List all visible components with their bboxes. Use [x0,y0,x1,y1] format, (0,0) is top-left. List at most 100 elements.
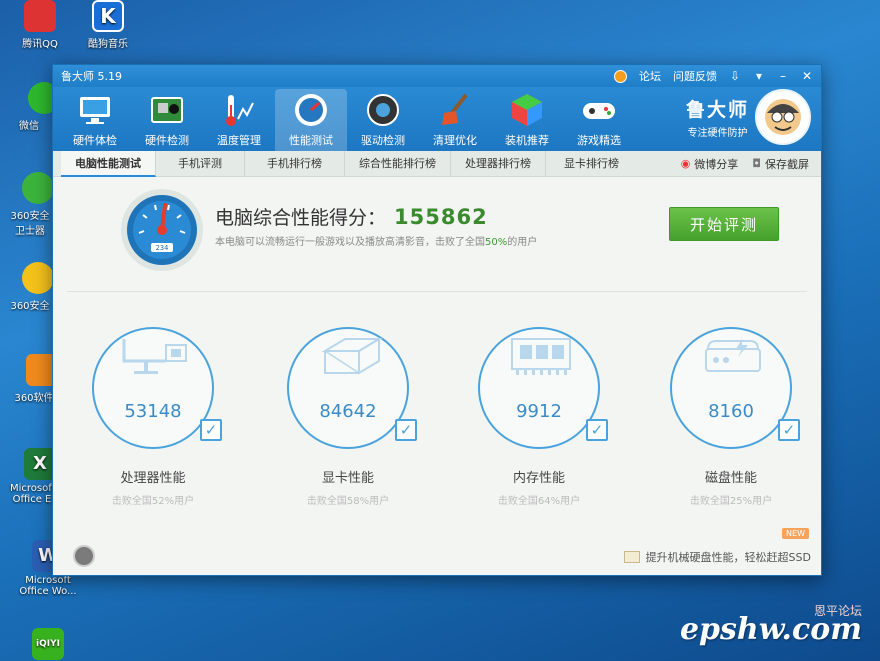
desktop-icon-label: Microsoft Office Wo... [19,575,77,597]
checkbox-icon[interactable]: ✓ [586,419,608,441]
metrics-row: 53148 ✓ 处理器性能 击败全国52%用户 84642 ✓ 显卡性能 击败全… [53,327,821,557]
metric-subtext: 击败全国52%用户 [111,496,195,507]
score-title: 电脑综合性能得分： 155862 [215,203,488,230]
desktop-icon-kugou[interactable]: K 酷狗音乐 [78,0,138,50]
minimize-button[interactable]: – [777,69,789,83]
checkbox-icon[interactable]: ✓ [395,419,417,441]
metric-label: 内存性能 [512,471,565,486]
tool-hardware-detect[interactable]: 硬件检测 [131,89,203,151]
brand-slogan: 专注硬件防护 [687,128,748,139]
metric-value: 9912 [516,401,562,422]
start-benchmark-button[interactable]: 开始评测 [669,207,779,241]
cube-icon [512,94,542,126]
footer: NEW 提升机械硬盘性能，轻松赶超SSD [53,528,821,569]
360-icon [22,262,54,294]
tool-hardware-check[interactable]: 硬件体检 [59,89,131,151]
metric-label: 显卡性能 [321,471,374,486]
iqiyi-icon: iQIYI [32,628,64,660]
desktop-icon-label: 360安全 [10,301,50,312]
cpu-icon [122,339,187,374]
360-security-icon [22,172,54,204]
score-description: 本电脑可以流畅运行一般游戏以及播放高清影音，击败了全国50%的用户 [215,233,537,248]
medal-icon[interactable] [614,69,627,83]
tool-games[interactable]: 游戏精选 [563,89,635,151]
tool-label: 硬件检测 [145,134,189,147]
metric-disk[interactable]: 8160 ✓ 磁盘性能 击败全国25%用户 [661,327,801,507]
metric-circle: 53148 ✓ [92,327,222,449]
tab-cpu-ranking[interactable]: 处理器排行榜 [451,150,546,177]
metric-gpu[interactable]: 84642 ✓ 显卡性能 击败全国58%用户 [278,327,418,507]
score-desc-suffix: 的用户 [507,237,538,248]
settings-knob-icon[interactable] [73,545,95,567]
tool-label: 清理优化 [433,134,477,147]
divider [67,291,807,292]
brand-name: 鲁大师 [685,99,749,121]
metric-memory[interactable]: 9912 ✓ 内存性能 击败全国64%用户 [469,327,609,507]
ssd-tip-link[interactable]: 提升机械硬盘性能，轻松赶超SSD [623,549,811,565]
ssd-tip-text: 提升机械硬盘性能，轻松赶超SSD [645,551,811,564]
disk-icon [705,339,761,372]
desktop-icon-iqiyi[interactable]: iQIYI [18,628,78,661]
monitor-icon [80,97,110,124]
tab-overall-ranking[interactable]: 综合性能排行榜 [345,150,451,177]
gpu-icon [321,337,383,375]
weibo-share-label: 微博分享 [694,157,739,171]
metric-cpu[interactable]: 53148 ✓ 处理器性能 击败全国52%用户 [83,327,223,507]
tab-pc-performance[interactable]: 电脑性能测试 [61,150,156,177]
tab-gpu-ranking[interactable]: 显卡排行榜 [546,151,637,177]
tab-phone-ranking[interactable]: 手机排行榜 [245,150,345,177]
tool-label: 驱动检测 [361,134,405,147]
brand-area: 鲁大师 专注硬件防护 [686,89,811,145]
tool-performance[interactable]: 性能测试 [275,89,347,151]
tool-recommend[interactable]: 装机推荐 [491,89,563,151]
checkbox-icon[interactable]: ✓ [778,419,800,441]
memory-icon [511,338,571,375]
desktop-icon-label: 微信 [19,121,39,132]
desktop-icon-label: 360软件 [14,393,54,404]
main-toolbar: 硬件体检 硬件检测 温度管理 性能测试 驱动检测 清理优化 装机推荐 游戏精选 [53,87,821,151]
score-label: 电脑综合性能得分： [215,207,387,229]
tool-cleanup[interactable]: 清理优化 [419,89,491,151]
metric-subtext: 击败全国64%用户 [497,496,581,507]
forum-link[interactable]: 论坛 [639,68,661,84]
metric-circle: 84642 ✓ [287,327,417,449]
window-title: 鲁大师 5.19 [61,70,122,83]
metric-circle: 9912 ✓ [478,327,608,449]
tool-label: 游戏精选 [577,134,621,147]
score-value: 155862 [394,205,488,229]
download-icon[interactable]: ⇩ [729,69,741,83]
save-screenshot-button[interactable]: ◘ 保存截屏 [752,156,809,172]
checkbox-icon[interactable]: ✓ [200,419,222,441]
gear-icon [367,94,399,126]
title-bar: 鲁大师 5.19 论坛 问题反馈 ⇩ ▾ – ✕ [53,65,821,87]
metric-value: 53148 [124,401,182,422]
weibo-icon: ◉ [680,157,691,170]
metric-subtext: 击败全国58%用户 [306,496,390,507]
camera-icon: ◘ [752,157,761,170]
tab-phone-review[interactable]: 手机评测 [156,150,245,177]
new-badge: NEW [782,528,809,539]
kugou-icon: K [92,0,124,32]
qq-icon [24,0,56,32]
ludashi-window: 鲁大师 5.19 论坛 问题反馈 ⇩ ▾ – ✕ 硬件体检 硬件检测 温度管理 … [52,64,822,576]
watermark-cn: 恩平论坛 [813,604,862,618]
tool-label: 温度管理 [217,134,261,147]
tool-temperature[interactable]: 温度管理 [203,89,275,151]
tool-driver[interactable]: 驱动检测 [347,89,419,151]
desktop-icon-label: 酷狗音乐 [88,39,128,50]
weibo-share-button[interactable]: ◉ 微博分享 [681,156,739,172]
board-icon [151,97,183,123]
close-button[interactable]: ✕ [801,69,813,83]
tool-label: 装机推荐 [505,134,549,147]
score-panel: 234 电脑综合性能得分： 155862 本电脑可以流畅运行一般游戏以及播放高清影… [53,177,821,297]
menu-icon[interactable]: ▾ [753,69,765,83]
metric-label: 处理器性能 [120,471,186,486]
metric-label: 磁盘性能 [704,471,757,486]
score-desc-percent: 50% [485,237,508,248]
tool-label: 硬件体检 [73,134,117,147]
gauge-readout: 234 [156,244,169,252]
desktop-icon-qq[interactable]: 腾讯QQ [10,0,70,50]
brand-mascot-avatar[interactable] [755,89,811,145]
metric-value: 84642 [319,401,377,422]
feedback-link[interactable]: 问题反馈 [673,68,717,84]
